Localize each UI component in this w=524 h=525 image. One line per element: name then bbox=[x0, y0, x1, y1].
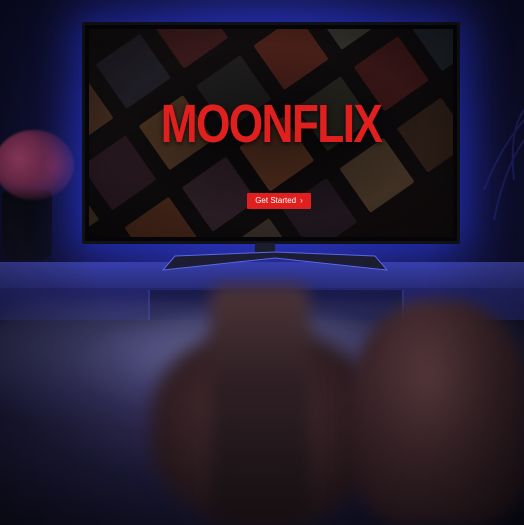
remote-control bbox=[210, 285, 310, 525]
palm-plant bbox=[483, 109, 524, 221]
second-hand bbox=[350, 300, 524, 525]
tv-stand bbox=[161, 251, 389, 271]
get-started-button[interactable]: Get Started › bbox=[247, 193, 311, 209]
chevron-right-icon: › bbox=[300, 196, 303, 205]
tv-screen: MOONFLIX Get Started › bbox=[89, 29, 453, 237]
television: MOONFLIX Get Started › bbox=[82, 22, 460, 244]
living-room-scene: MOONFLIX Get Started › bbox=[0, 0, 524, 525]
plant-pot bbox=[2, 190, 52, 260]
get-started-label: Get Started bbox=[255, 196, 297, 205]
brand-logo-title: MOONFLIX bbox=[160, 94, 383, 154]
